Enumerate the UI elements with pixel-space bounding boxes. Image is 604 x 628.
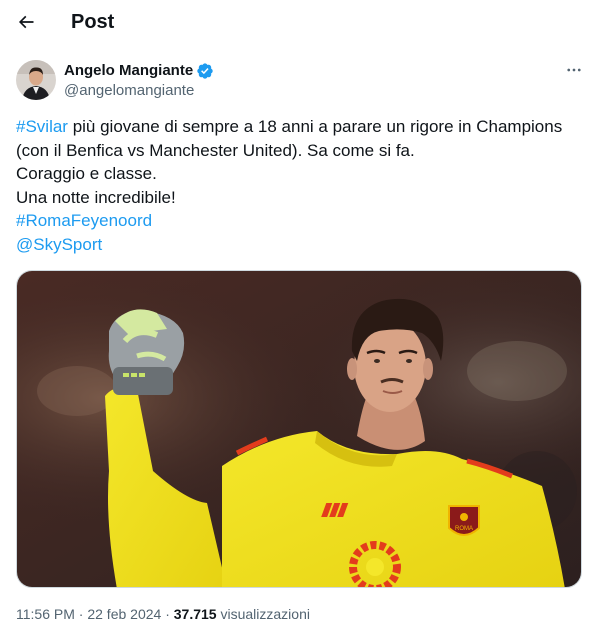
tweet-line-2: (con il Benfica vs Manchester United). S… (16, 140, 415, 160)
author-handle[interactable]: @angelomangiante (64, 81, 194, 101)
tweet-line-1: #Svilar più giovane di sempre a 18 anni … (16, 115, 588, 139)
tweet-time[interactable]: 11:56 PM (16, 606, 75, 622)
crest-text: ROMA (455, 526, 473, 532)
tweet-date[interactable]: 22 feb 2024 (87, 606, 161, 622)
tweet-line-5: #RomaFeyenoord (16, 209, 588, 233)
hashtag-romafeyenoord-link[interactable]: #RomaFeyenoord (16, 211, 152, 230)
tweet-line-1-text: più giovane di sempre a 18 anni a parare… (67, 117, 563, 136)
tweet-line-4: Una notte incredibile! (16, 187, 176, 207)
meta-separator: · (74, 606, 88, 622)
meta-separator: · (161, 606, 174, 622)
tweet-meta: 11:56 PM · 22 feb 2024 · 37.715 visualiz… (16, 605, 310, 623)
hashtag-svilar-link[interactable]: #Svilar (16, 117, 68, 136)
verified-badge-icon (197, 63, 213, 79)
back-button[interactable] (10, 6, 42, 38)
tweet-line-3: Coraggio e classe. (16, 164, 157, 184)
more-options-button[interactable] (562, 60, 586, 80)
tweet-text: #Svilar più giovane di sempre a 18 anni … (16, 115, 588, 257)
author-name[interactable]: Angelo Mangiante (64, 61, 193, 81)
arrow-left-icon (18, 15, 34, 29)
mention-skysport-link[interactable]: @SkySport (16, 235, 102, 254)
goalkeeper-photo: ROMA (17, 271, 581, 587)
avatar[interactable] (16, 60, 56, 100)
post-header: Post (0, 0, 604, 44)
tweet-photo[interactable]: ROMA (16, 270, 582, 588)
more-horizontal-icon (567, 68, 581, 72)
views-label: visualizzazioni (216, 606, 310, 622)
tweet-line-6: @SkySport (16, 233, 588, 257)
name-row: Angelo Mangiante (64, 61, 214, 81)
views-count: 37.715 (173, 606, 217, 622)
tweet-author: Angelo Mangiante @angelomangiante (16, 60, 588, 102)
page-title: Post (71, 11, 115, 33)
